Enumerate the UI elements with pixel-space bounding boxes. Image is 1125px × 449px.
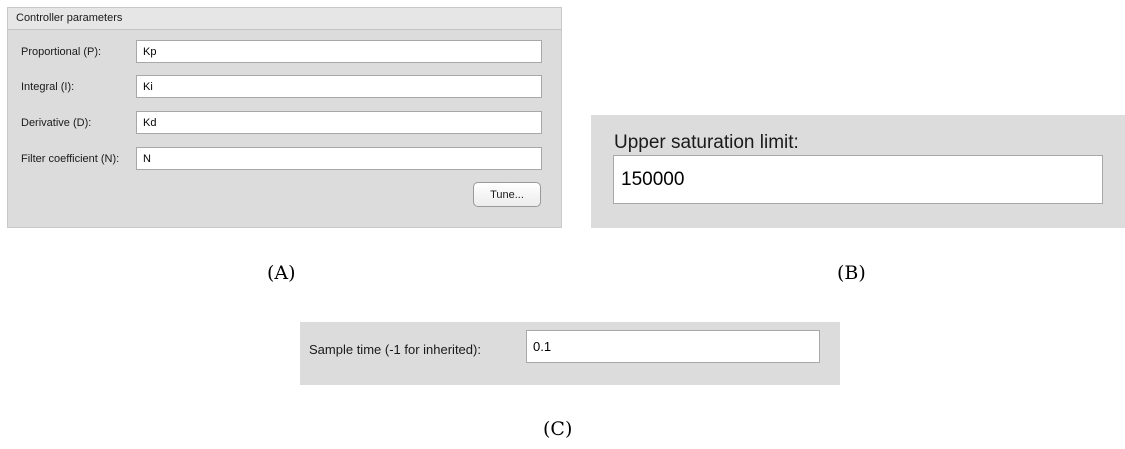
proportional-label: Proportional (P):	[21, 46, 102, 58]
param-row-derivative: Derivative (D):	[8, 111, 561, 137]
caption-a: (A)	[267, 262, 296, 284]
sample-time-label: Sample time (-1 for inherited):	[309, 342, 481, 357]
caption-b: (B)	[837, 262, 866, 284]
controller-parameters-panel: Controller parameters Proportional (P): …	[7, 7, 562, 228]
filter-coefficient-label: Filter coefficient (N):	[21, 153, 120, 165]
tune-button[interactable]: Tune...	[473, 182, 541, 207]
upper-saturation-limit-label: Upper saturation limit:	[614, 132, 799, 153]
param-row-integral: Integral (I):	[8, 75, 561, 101]
integral-label: Integral (I):	[21, 81, 75, 93]
proportional-input[interactable]	[136, 40, 542, 63]
filter-coefficient-input[interactable]	[136, 147, 542, 170]
saturation-limit-panel: Upper saturation limit:	[591, 115, 1125, 228]
param-row-proportional: Proportional (P):	[8, 40, 561, 66]
integral-input[interactable]	[136, 75, 542, 98]
derivative-input[interactable]	[136, 111, 542, 134]
param-row-filter-coefficient: Filter coefficient (N):	[8, 147, 561, 173]
controller-parameters-header: Controller parameters	[8, 8, 561, 30]
derivative-label: Derivative (D):	[21, 117, 92, 129]
caption-c: (C)	[543, 418, 573, 440]
sample-time-panel: Sample time (-1 for inherited):	[300, 322, 840, 385]
upper-saturation-limit-input[interactable]	[613, 155, 1103, 204]
sample-time-input[interactable]	[526, 330, 820, 363]
